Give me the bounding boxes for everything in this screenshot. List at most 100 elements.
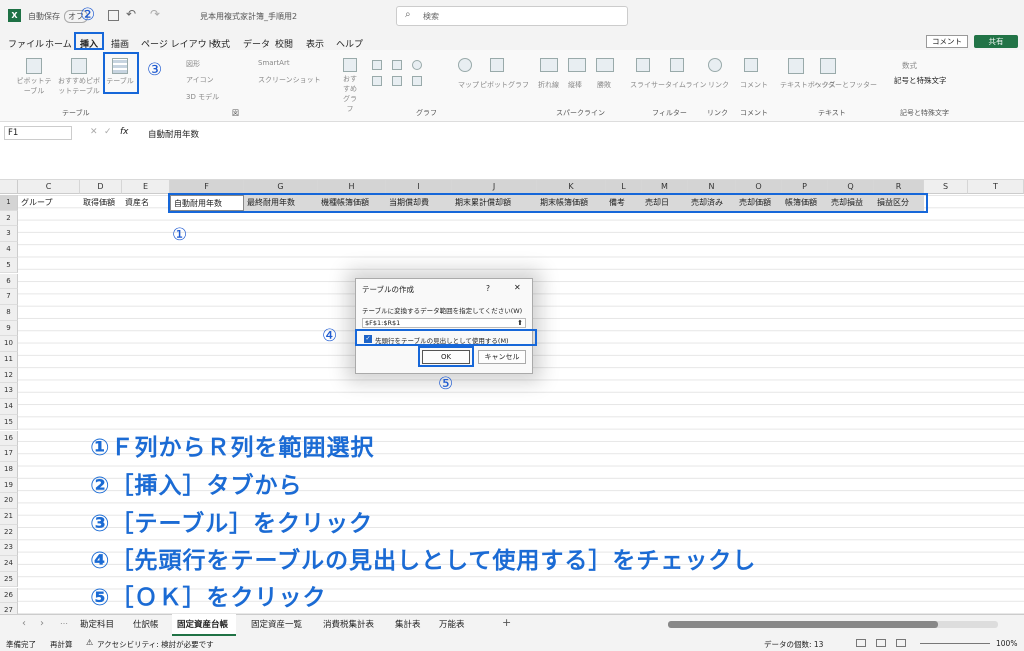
recommended-pivot-button[interactable]: おすすめピボットテーブル	[58, 58, 100, 96]
share-button[interactable]: 共有	[974, 35, 1018, 48]
smartart-button[interactable]: SmartArt	[258, 59, 290, 67]
cell-d1[interactable]: 取得価額	[80, 195, 122, 211]
sparkline-column-button[interactable]: 縦棒	[568, 80, 582, 90]
cancel-dialog-button[interactable]: キャンセル	[478, 350, 526, 364]
row-header-24[interactable]: 24	[0, 556, 18, 572]
column-header-i[interactable]: I	[386, 180, 452, 194]
area-chart-icon[interactable]	[392, 76, 402, 86]
column-header-c[interactable]: C	[18, 180, 80, 194]
comment-ribbon-button[interactable]: コメント	[740, 80, 768, 90]
cell-f1[interactable]: 自動耐用年数	[170, 195, 244, 211]
recommended-charts-button[interactable]: おすすめグラフ	[340, 58, 360, 114]
column-header-l[interactable]: L	[606, 180, 642, 194]
menu-file[interactable]: ファイル	[8, 37, 44, 50]
bar-chart-icon[interactable]	[372, 76, 382, 86]
zoom-slider[interactable]	[920, 643, 990, 644]
sheet-tab-asset-list[interactable]: 固定資産一覧	[251, 618, 302, 630]
row-header-16[interactable]: 16	[0, 430, 18, 447]
next-sheet-icon[interactable]: ›	[40, 618, 44, 629]
link-icon[interactable]	[708, 58, 722, 72]
row-header-19[interactable]: 19	[0, 477, 18, 494]
maps-button[interactable]: マップ	[458, 80, 479, 90]
page-break-view-icon[interactable]	[896, 639, 906, 647]
column-header-j[interactable]: J	[452, 180, 537, 194]
menu-draw[interactable]: 描画	[111, 37, 129, 50]
menu-home[interactable]: ホーム	[45, 37, 72, 50]
save-icon[interactable]	[108, 10, 119, 21]
shapes-button[interactable]: 図形	[186, 59, 200, 69]
sparkline-winloss-icon[interactable]	[596, 58, 614, 72]
fx-icon[interactable]: fx	[120, 127, 129, 137]
column-header-k[interactable]: K	[537, 180, 606, 194]
scrollbar-thumb[interactable]	[668, 621, 938, 628]
horizontal-scrollbar[interactable]	[668, 621, 998, 628]
cancel-icon[interactable]: ✕	[90, 127, 98, 137]
sparkline-winloss-button[interactable]: 勝敗	[597, 80, 611, 90]
cell-h1[interactable]: 機種帳簿価額	[318, 195, 386, 211]
row-header-22[interactable]: 22	[0, 524, 18, 541]
menu-formulas[interactable]: 数式	[212, 37, 230, 50]
column-header-h[interactable]: H	[318, 180, 386, 194]
column-header-e[interactable]: E	[122, 180, 170, 194]
menu-review[interactable]: 校閲	[275, 37, 293, 50]
cell-l1[interactable]: 備考	[606, 195, 642, 211]
row-header-5[interactable]: 5	[0, 257, 18, 274]
symbol-button[interactable]: 記号と特殊文字	[894, 75, 947, 86]
normal-view-icon[interactable]	[856, 639, 866, 647]
cell-m1[interactable]: 売却日	[642, 195, 688, 211]
redo-icon[interactable]: ↷	[150, 7, 160, 21]
cell-c1[interactable]: グループ	[18, 195, 80, 211]
row-header-21[interactable]: 21	[0, 509, 18, 525]
sparkline-line-button[interactable]: 折れ線	[538, 80, 559, 90]
select-all-corner[interactable]	[0, 180, 18, 194]
row-header-20[interactable]: 20	[0, 493, 18, 509]
prev-sheet-icon[interactable]: ‹	[22, 618, 26, 629]
icons-button[interactable]: アイコン	[186, 75, 214, 85]
column-chart-icon[interactable]	[372, 60, 382, 70]
sheet-tab-tax-summary[interactable]: 消費税集計表	[323, 618, 374, 630]
menu-help[interactable]: ヘルプ	[336, 37, 363, 50]
timeline-button[interactable]: タイムライン	[665, 80, 707, 90]
sheet-tab-fixed-assets[interactable]: 固定資産台帳	[177, 618, 228, 630]
range-input[interactable]: $F$1:$R$1 ⬆	[362, 318, 526, 328]
comment-icon[interactable]	[744, 58, 758, 72]
cell-k1[interactable]: 期末帳簿価額	[537, 195, 606, 211]
row-header-26[interactable]: 26	[0, 587, 18, 604]
column-header-t[interactable]: T	[968, 180, 1024, 194]
equation-button[interactable]: 数式	[902, 60, 917, 71]
row-header-8[interactable]: 8	[0, 304, 18, 321]
cell-g1[interactable]: 最終耐用年数	[244, 195, 318, 211]
menu-page-layout[interactable]: ページ レイアウト	[141, 37, 216, 50]
column-header-q[interactable]: Q	[828, 180, 874, 194]
row-header-17[interactable]: 17	[0, 446, 18, 462]
slicer-icon[interactable]	[636, 58, 650, 72]
row-header-11[interactable]: 11	[0, 352, 18, 368]
sparkline-line-icon[interactable]	[540, 58, 558, 72]
column-header-d[interactable]: D	[80, 180, 122, 194]
sparkline-column-icon[interactable]	[568, 58, 586, 72]
column-header-n[interactable]: N	[688, 180, 736, 194]
column-header-m[interactable]: M	[642, 180, 688, 194]
sheet-tab-summary[interactable]: 集計表	[395, 618, 421, 630]
cell-q1[interactable]: 売却損益	[828, 195, 874, 211]
name-box[interactable]: F1	[4, 126, 72, 140]
row-header-18[interactable]: 18	[0, 461, 18, 478]
row-header-7[interactable]: 7	[0, 289, 18, 305]
undo-icon[interactable]: ↶	[126, 7, 136, 21]
more-sheets-icon[interactable]: …	[60, 617, 68, 626]
header-footer-button[interactable]: ヘッダーとフッター	[814, 80, 877, 90]
cell-r1[interactable]: 損益区分	[874, 195, 924, 211]
column-header-g[interactable]: G	[244, 180, 318, 194]
sheet-tab-universal[interactable]: 万能表	[439, 618, 465, 630]
collapse-dialog-icon[interactable]: ⬆	[517, 319, 523, 328]
row-header-23[interactable]: 23	[0, 540, 18, 557]
comment-button[interactable]: コメント	[926, 35, 968, 48]
dialog-close-icon[interactable]: ✕	[514, 283, 521, 292]
page-layout-view-icon[interactable]	[876, 639, 886, 647]
row-header-3[interactable]: 3	[0, 226, 18, 243]
column-header-f[interactable]: F	[170, 180, 244, 194]
row-header-12[interactable]: 12	[0, 367, 18, 384]
column-header-p[interactable]: P	[782, 180, 828, 194]
row-header-6[interactable]: 6	[0, 273, 18, 290]
search-box[interactable]: ⌕ 検索	[396, 6, 628, 26]
